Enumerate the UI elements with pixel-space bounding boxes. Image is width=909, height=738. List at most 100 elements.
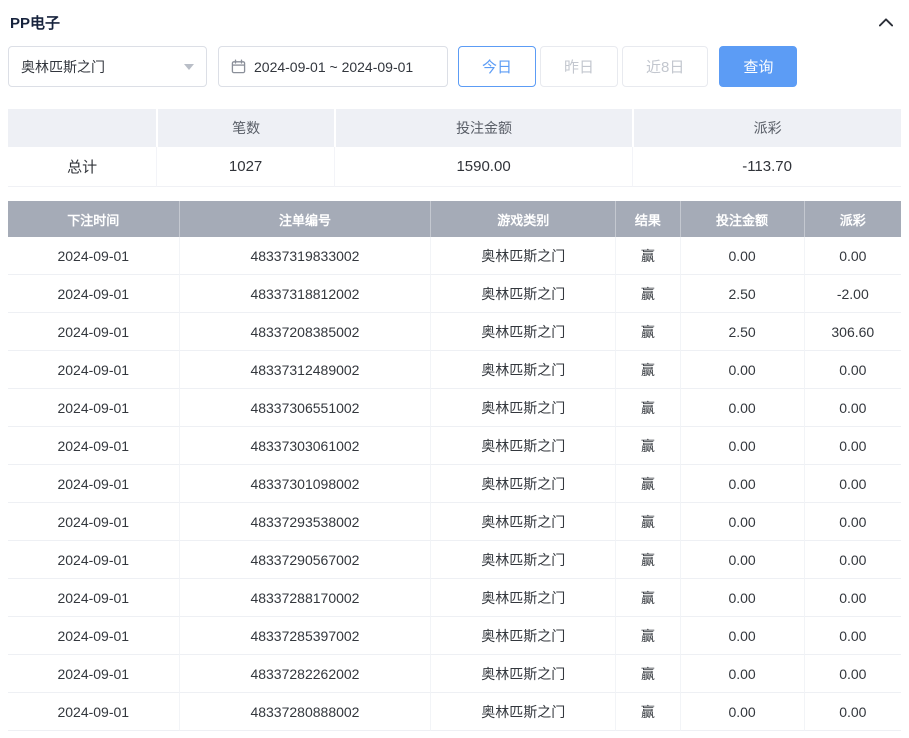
bet-time-cell: 2024-09-01 xyxy=(8,389,179,427)
header-bet-time: 下注时间 xyxy=(8,201,179,237)
pp-games-panel: PP电子 奥林匹斯之门 2024-09-01 ~ 2024-09-01 今日 昨… xyxy=(0,0,909,731)
payout-cell: 0.00 xyxy=(803,617,901,655)
chevron-up-icon xyxy=(879,18,893,27)
bet-time-cell: 2024-09-01 xyxy=(8,617,179,655)
bet-time-cell: 2024-09-01 xyxy=(8,427,179,465)
record-row: 2024-09-01 48337290567002 奥林匹斯之门 赢 0.00 … xyxy=(8,541,901,579)
last-8-days-button[interactable]: 近8日 xyxy=(622,46,709,87)
record-row: 2024-09-01 48337280888002 奥林匹斯之门 赢 0.00 … xyxy=(8,693,901,731)
search-button[interactable]: 查询 xyxy=(719,46,798,87)
game-select-value: 奥林匹斯之门 xyxy=(21,58,105,75)
bet-amount-cell: 0.00 xyxy=(679,427,804,465)
bet-id-cell: 48337290567002 xyxy=(178,541,431,579)
bet-id-cell: 48337293538002 xyxy=(178,503,431,541)
game-type-cell: 奥林匹斯之门 xyxy=(430,351,616,389)
record-row: 2024-09-01 48337293538002 奥林匹斯之门 赢 0.00 … xyxy=(8,503,901,541)
record-row: 2024-09-01 48337318812002 奥林匹斯之门 赢 2.50 … xyxy=(8,275,901,313)
records-header-row: 下注时间 注单编号 游戏类别 结果 投注金额 派彩 xyxy=(8,201,901,237)
record-row: 2024-09-01 48337208385002 奥林匹斯之门 赢 2.50 … xyxy=(8,313,901,351)
payout-cell: 0.00 xyxy=(803,541,901,579)
bet-id-cell: 48337303061002 xyxy=(178,427,431,465)
bet-time-cell: 2024-09-01 xyxy=(8,579,179,617)
bet-time-cell: 2024-09-01 xyxy=(8,655,179,693)
result-cell: 赢 xyxy=(615,617,680,655)
collapse-button[interactable] xyxy=(873,9,899,35)
header-game-type: 游戏类别 xyxy=(430,201,616,237)
summary-header-payout: 派彩 xyxy=(632,109,901,147)
summary-header-count: 笔数 xyxy=(156,109,334,147)
record-row: 2024-09-01 48337319833002 奥林匹斯之门 赢 0.00 … xyxy=(8,237,901,275)
yesterday-button[interactable]: 昨日 xyxy=(540,46,619,87)
bet-amount-cell: 0.00 xyxy=(679,389,804,427)
record-row: 2024-09-01 48337303061002 奥林匹斯之门 赢 0.00 … xyxy=(8,427,901,465)
bet-amount-cell: 0.00 xyxy=(679,465,804,503)
game-type-cell: 奥林匹斯之门 xyxy=(430,617,616,655)
summary-count-value: 1027 xyxy=(156,147,334,187)
game-type-cell: 奥林匹斯之门 xyxy=(430,465,616,503)
bet-id-cell: 48337285397002 xyxy=(178,617,431,655)
bet-time-cell: 2024-09-01 xyxy=(8,237,179,275)
date-range-value: 2024-09-01 ~ 2024-09-01 xyxy=(254,58,414,75)
bet-id-cell: 48337301098002 xyxy=(178,465,431,503)
bet-time-cell: 2024-09-01 xyxy=(8,503,179,541)
date-range-input[interactable]: 2024-09-01 ~ 2024-09-01 xyxy=(218,46,448,87)
payout-cell: 0.00 xyxy=(803,693,901,731)
bet-time-cell: 2024-09-01 xyxy=(8,313,179,351)
bet-time-cell: 2024-09-01 xyxy=(8,465,179,503)
records-table-body: 2024-09-01 48337319833002 奥林匹斯之门 赢 0.00 … xyxy=(8,237,901,731)
game-type-cell: 奥林匹斯之门 xyxy=(430,275,616,313)
bet-amount-cell: 2.50 xyxy=(679,313,804,351)
result-cell: 赢 xyxy=(615,313,680,351)
header-payout: 派彩 xyxy=(803,201,901,237)
payout-cell: 0.00 xyxy=(803,579,901,617)
bet-amount-cell: 0.00 xyxy=(679,617,804,655)
summary-header-blank xyxy=(8,109,157,147)
game-type-cell: 奥林匹斯之门 xyxy=(430,389,616,427)
bet-time-cell: 2024-09-01 xyxy=(8,541,179,579)
game-type-cell: 奥林匹斯之门 xyxy=(430,427,616,465)
payout-cell: 0.00 xyxy=(803,237,901,275)
bet-id-cell: 48337208385002 xyxy=(178,313,431,351)
summary-total-row: 总计 1027 1590.00 -113.70 xyxy=(8,147,901,187)
quick-filter-group: 今日 昨日 近8日 xyxy=(458,46,709,87)
panel-title: PP电子 xyxy=(10,14,61,32)
chevron-down-icon xyxy=(184,63,194,70)
game-select[interactable]: 奥林匹斯之门 xyxy=(8,46,207,87)
summary-table: 笔数 投注金额 派彩 总计 1027 1590.00 -113.70 xyxy=(8,109,901,187)
game-type-cell: 奥林匹斯之门 xyxy=(430,579,616,617)
game-type-cell: 奥林匹斯之门 xyxy=(430,237,616,275)
record-row: 2024-09-01 48337301098002 奥林匹斯之门 赢 0.00 … xyxy=(8,465,901,503)
result-cell: 赢 xyxy=(615,427,680,465)
today-button[interactable]: 今日 xyxy=(458,46,537,87)
header-bet-id: 注单编号 xyxy=(178,201,431,237)
bet-amount-cell: 0.00 xyxy=(679,503,804,541)
summary-header-bet-amount: 投注金额 xyxy=(333,109,633,147)
payout-cell: -2.00 xyxy=(803,275,901,313)
bet-id-cell: 48337306551002 xyxy=(178,389,431,427)
panel-header: PP电子 xyxy=(8,0,901,38)
bet-id-cell: 48337312489002 xyxy=(178,351,431,389)
result-cell: 赢 xyxy=(615,351,680,389)
record-row: 2024-09-01 48337282262002 奥林匹斯之门 赢 0.00 … xyxy=(8,655,901,693)
game-type-cell: 奥林匹斯之门 xyxy=(430,541,616,579)
payout-cell: 0.00 xyxy=(803,427,901,465)
payout-cell: 0.00 xyxy=(803,503,901,541)
header-result: 结果 xyxy=(615,201,680,237)
bet-amount-cell: 2.50 xyxy=(679,275,804,313)
bet-id-cell: 48337318812002 xyxy=(178,275,431,313)
bet-time-cell: 2024-09-01 xyxy=(8,351,179,389)
bet-id-cell: 48337282262002 xyxy=(178,655,431,693)
bet-amount-cell: 0.00 xyxy=(679,579,804,617)
record-row: 2024-09-01 48337288170002 奥林匹斯之门 赢 0.00 … xyxy=(8,579,901,617)
bet-amount-cell: 0.00 xyxy=(679,351,804,389)
result-cell: 赢 xyxy=(615,693,680,731)
record-row: 2024-09-01 48337306551002 奥林匹斯之门 赢 0.00 … xyxy=(8,389,901,427)
record-row: 2024-09-01 48337285397002 奥林匹斯之门 赢 0.00 … xyxy=(8,617,901,655)
bet-id-cell: 48337280888002 xyxy=(178,693,431,731)
game-type-cell: 奥林匹斯之门 xyxy=(430,313,616,351)
records-table: 下注时间 注单编号 游戏类别 结果 投注金额 派彩 2024-09-01 483… xyxy=(8,201,901,731)
result-cell: 赢 xyxy=(615,503,680,541)
bet-time-cell: 2024-09-01 xyxy=(8,275,179,313)
result-cell: 赢 xyxy=(615,541,680,579)
summary-total-label: 总计 xyxy=(8,147,157,187)
